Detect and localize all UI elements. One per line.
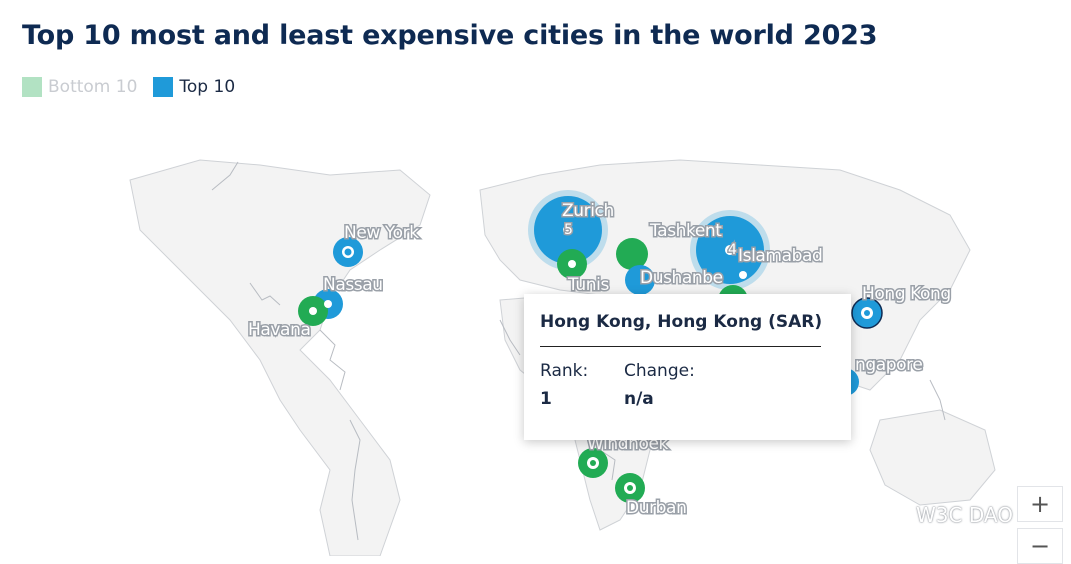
label-durban: Durban xyxy=(626,498,686,518)
label-hong-kong: Hong Kong xyxy=(862,284,951,304)
tooltip-values: 1 n/a xyxy=(540,381,835,409)
wechat-icon xyxy=(880,500,910,529)
label-tashkent: Tashkent xyxy=(649,221,722,241)
map-marker-tashkent[interactable] xyxy=(616,238,648,270)
label-tunis: Tunis xyxy=(567,275,609,295)
tooltip-rank-label: Rank: xyxy=(540,361,589,381)
zoom-in-button[interactable]: + xyxy=(1017,486,1063,522)
zoom-out-button[interactable]: − xyxy=(1017,528,1063,564)
label-zurich: Zurich xyxy=(562,201,614,221)
label-new-york: New York xyxy=(344,223,419,243)
label-havana: Havana xyxy=(248,320,310,340)
map-marker-islamabad[interactable] xyxy=(739,271,747,279)
label-dushanbe: Dushanbe xyxy=(640,268,723,288)
label-singapore: ngapore xyxy=(855,355,922,375)
tooltip-headers: Rank: Change: xyxy=(540,361,835,381)
label-zurich-count: 5 xyxy=(564,222,573,238)
australia-land xyxy=(869,409,996,506)
label-nassau: Nassau xyxy=(323,275,383,295)
watermark: W3C DAO xyxy=(880,500,1013,529)
world-map[interactable]: Zurich 5 Tashkent Islamabad 4 New York N… xyxy=(0,0,1071,556)
label-islamabad: Islamabad xyxy=(738,246,822,266)
label-islamabad-count: 4 xyxy=(728,242,737,258)
watermark-text: W3C DAO xyxy=(916,502,1013,527)
map-marker-nassau-dot xyxy=(324,300,332,308)
tooltip-divider xyxy=(540,346,821,347)
north-america-land xyxy=(129,159,431,556)
map-tooltip: Hong Kong, Hong Kong (SAR) Rank: Change:… xyxy=(524,294,851,440)
tooltip-rank-value: 1 xyxy=(540,389,552,409)
tooltip-change-value: n/a xyxy=(624,389,654,409)
tooltip-change-label: Change: xyxy=(624,361,695,381)
tooltip-title: Hong Kong, Hong Kong (SAR) xyxy=(540,312,823,332)
